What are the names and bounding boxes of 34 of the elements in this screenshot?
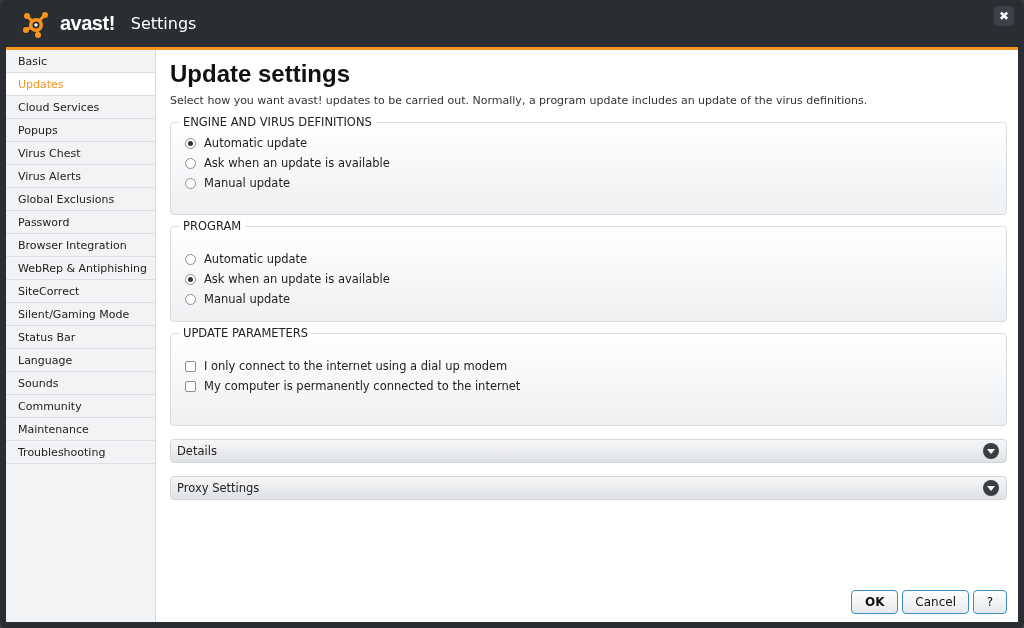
section-label: Details xyxy=(177,444,217,458)
dialog-button[interactable]: ? xyxy=(973,590,1007,614)
radio-button[interactable] xyxy=(185,273,196,285)
radio-button[interactable] xyxy=(185,157,196,169)
collapsible-section[interactable]: Proxy Settings xyxy=(170,476,1007,500)
option-label: Manual update xyxy=(204,176,290,190)
option-label: Automatic update xyxy=(204,252,308,266)
description-text: Select how you want avast! updates to be carried out. Normally, a program update includes an update of the virus definitions. xyxy=(170,94,869,107)
logo-icon xyxy=(22,9,50,38)
close-button[interactable]: ✖ xyxy=(994,6,1014,26)
option-label: Manual update xyxy=(204,292,290,306)
page-heading: Update settings xyxy=(170,60,352,88)
checkbox[interactable] xyxy=(185,380,196,392)
option-label: Automatic update xyxy=(204,136,308,150)
radio-button[interactable] xyxy=(185,293,196,305)
chevron-down-icon[interactable] xyxy=(983,443,999,459)
collapsible-section[interactable]: Details xyxy=(170,439,1007,463)
option-label: Ask when an update is available xyxy=(204,156,390,170)
option-label: My computer is permanently connected to the internet xyxy=(204,379,521,393)
option-label: I only connect to the internet using a dial up modem xyxy=(204,359,508,373)
section-label: Proxy Settings xyxy=(177,481,260,495)
checkbox[interactable] xyxy=(185,360,196,372)
radio-button[interactable] xyxy=(185,177,196,189)
dialog-button[interactable]: OK xyxy=(851,590,899,614)
radio-button[interactable] xyxy=(185,137,196,149)
group-title: ENGINE AND VIRUS DEFINITIONS xyxy=(182,115,373,129)
group-title: UPDATE PARAMETERS xyxy=(182,326,310,340)
option-label: Ask when an update is available xyxy=(204,272,390,286)
group-title: PROGRAM xyxy=(182,219,243,233)
chevron-down-icon[interactable] xyxy=(983,480,999,496)
logo-text: avast! xyxy=(60,12,115,35)
dialog-button[interactable]: Cancel xyxy=(902,590,969,614)
radio-button[interactable] xyxy=(185,253,196,265)
window-title: Settings xyxy=(130,14,197,33)
